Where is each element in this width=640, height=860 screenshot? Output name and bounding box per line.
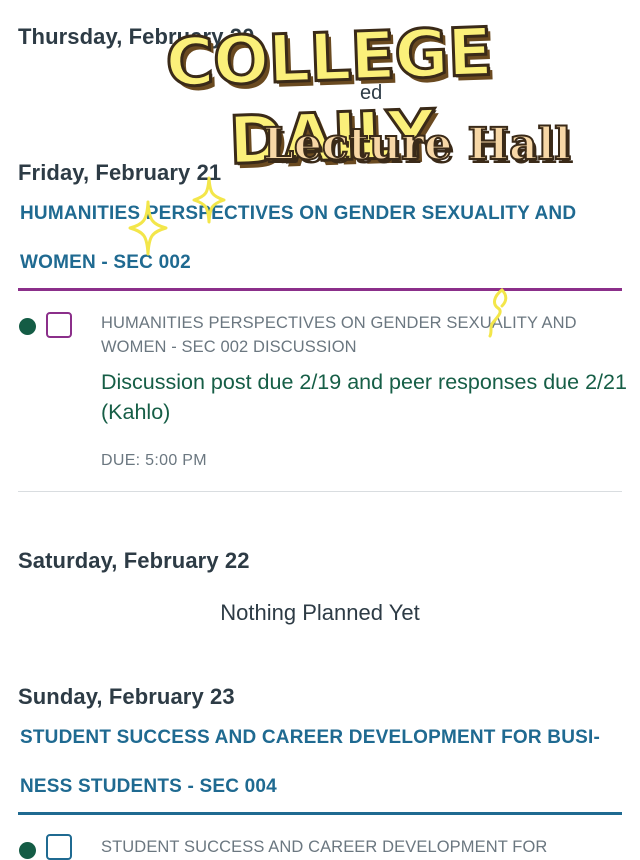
item-course-name: HUMANITIES PERSPECTIVES ON GENDER SEXUAL… — [101, 314, 577, 356]
due-time: DUE: 5:00 PM — [101, 452, 207, 469]
course-title-student-success[interactable]: STUDENT SUCCESS AND CAREER DEVELOPMENT F… — [20, 713, 616, 811]
course-title-humanities[interactable]: HUMANITIES PERSPECTIVES ON GENDER SEXUAL… — [20, 189, 620, 287]
completed-dot-icon — [19, 842, 36, 859]
item-course-name: STUDENT SUCCESS AND CAREER DEVELOPMENT F… — [101, 838, 548, 856]
day-heading-saturday: Saturday, February 22 — [18, 548, 250, 573]
sparkle-icon — [192, 176, 226, 224]
complete-checkbox[interactable] — [46, 312, 72, 338]
completed-dot-icon — [19, 318, 36, 335]
banner-subtitle: Lecture Hall — [262, 118, 572, 171]
complete-checkbox[interactable] — [46, 834, 72, 860]
day-heading-sunday: Sunday, February 23 — [18, 684, 235, 709]
lightning-doodle-icon — [488, 288, 508, 338]
item-divider — [18, 491, 622, 492]
course-divider-purple — [18, 288, 622, 291]
course-divider-blue — [18, 812, 622, 815]
sparkle-icon — [128, 200, 168, 256]
assignment-title-link[interactable]: Discussion post due 2/19 and peer respon… — [101, 367, 631, 427]
nothing-planned-text: Nothing Planned Yet — [220, 600, 420, 625]
